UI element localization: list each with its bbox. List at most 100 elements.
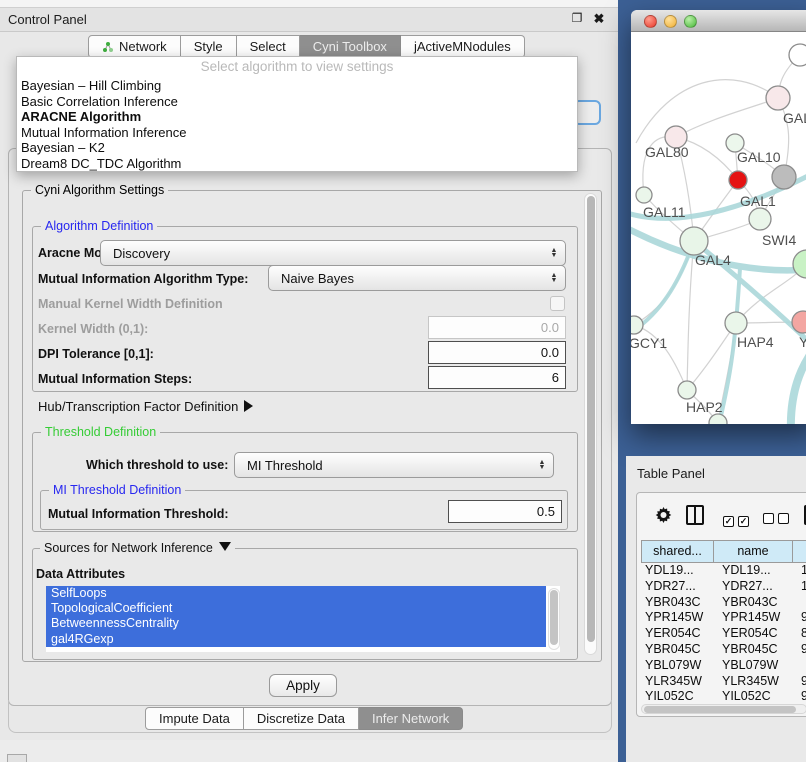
select-all-columns-icon[interactable]: ✓✓	[723, 511, 753, 529]
attribute-item[interactable]: TopologicalCoefficient	[46, 601, 546, 616]
network-node-label: HAP2	[686, 399, 723, 415]
kernel-width-label: Kernel Width (0,1):	[38, 322, 148, 336]
mi-threshold-input[interactable]: 0.5	[448, 500, 562, 523]
network-canvas[interactable]: GAL7GAL80GAL10GAL1GAL11GAL4SWI4GCY1HAP4Y…	[631, 33, 806, 424]
table-row[interactable]: YIL052CYIL052C9.	[641, 689, 806, 705]
tab-style[interactable]: Style	[181, 35, 237, 58]
split-columns-icon[interactable]	[686, 505, 704, 525]
table-cell: YDR27...	[641, 579, 714, 595]
network-node-label: GAL11	[643, 204, 686, 220]
table-cell: YPR145W	[714, 610, 793, 626]
table-cell: YDL19...	[714, 563, 793, 579]
network-node-GAL11[interactable]	[636, 187, 652, 203]
attribute-item[interactable]: BetweennessCentrality	[46, 616, 546, 631]
table-cell: 9.	[793, 674, 806, 690]
bottom-tab-impute-data[interactable]: Impute Data	[145, 707, 244, 730]
network-node-HAP4[interactable]	[725, 312, 747, 334]
manual-kernel-checkbox[interactable]	[550, 296, 565, 311]
gear-icon[interactable]	[655, 507, 672, 529]
table-cell: 9.	[793, 689, 806, 705]
attributes-scrollbar[interactable]	[548, 588, 560, 650]
hub-definition-toggle[interactable]: Hub/Transcription Factor Definition	[38, 399, 253, 414]
table-row[interactable]: YBR045CYBR045C9.	[641, 642, 806, 658]
dpi-tolerance-input[interactable]: 0.0	[428, 341, 566, 364]
which-threshold-select[interactable]: MI Threshold ▲▼	[234, 452, 554, 478]
algorithm-option[interactable]: Mutual Information Inference	[17, 125, 577, 141]
float-window-button[interactable]: ❐	[568, 11, 586, 29]
tab-select[interactable]: Select	[237, 35, 300, 58]
table-cell: 13	[793, 563, 806, 579]
network-node-SWI4[interactable]	[793, 250, 806, 278]
aracne-mode-select[interactable]: Discovery ▲▼	[100, 240, 566, 266]
algorithm-dropdown[interactable]: Select algorithm to view settings Bayesi…	[16, 56, 578, 172]
sources-toggle[interactable]: Sources for Network Inference	[40, 541, 235, 555]
network-node-GCY1[interactable]	[631, 316, 643, 334]
close-window-button[interactable]: ✖	[590, 11, 608, 29]
zoom-traffic-light[interactable]	[684, 15, 697, 28]
network-node-gray-node[interactable]	[772, 165, 796, 189]
network-window-titlebar[interactable]	[631, 10, 806, 32]
network-node-GAL4[interactable]	[680, 227, 708, 255]
control-panel-title: Control Panel	[8, 12, 87, 27]
chevron-down-icon	[219, 542, 231, 551]
table-cell	[793, 595, 806, 611]
data-attributes-list: SelfLoopsTopologicalCoefficientBetweenne…	[46, 586, 560, 652]
tab-network[interactable]: Network	[88, 35, 181, 58]
apply-button[interactable]: Apply	[269, 674, 337, 697]
algorithm-option[interactable]: Bayesian – K2	[17, 140, 577, 156]
attributes-scrollbar-thumb[interactable]	[550, 590, 558, 645]
algorithm-dropdown-hint: Select algorithm to view settings	[17, 59, 577, 74]
minimize-traffic-light[interactable]	[664, 15, 677, 28]
settings-scrollbar-thumb[interactable]	[587, 196, 595, 642]
bottom-tab-infer-network[interactable]: Infer Network	[359, 707, 463, 730]
table-hscrollbar-thumb[interactable]	[644, 706, 796, 713]
control-panel-titlebar: Control Panel ❐ ✖	[0, 8, 620, 32]
bottom-tab-bar: Impute Data Discretize Data Infer Network	[145, 707, 463, 730]
mi-steps-input[interactable]: 6	[428, 366, 566, 389]
which-threshold-label: Which threshold to use:	[86, 458, 228, 472]
network-node-label: GAL80	[645, 144, 689, 160]
bottom-tab-discretize-data[interactable]: Discretize Data	[244, 707, 359, 730]
table-column-header[interactable]: A	[793, 540, 806, 563]
kernel-width-input[interactable]: 0.0	[428, 316, 566, 339]
table-row[interactable]: YBR043CYBR043C	[641, 595, 806, 611]
table-row[interactable]: YDR27...YDR27...12	[641, 579, 806, 595]
settings-scrollbar[interactable]	[584, 193, 597, 655]
table-cell: YLR345W	[714, 674, 793, 690]
table-cell: YDL19...	[641, 563, 714, 579]
deselect-all-columns-icon[interactable]	[763, 511, 793, 529]
close-traffic-light[interactable]	[644, 15, 657, 28]
network-node-HAP2[interactable]	[678, 381, 696, 399]
attribute-item[interactable]: gal4RGexp	[46, 632, 546, 647]
collapsed-panel-button[interactable]	[7, 754, 27, 762]
network-node-label: SWI4	[762, 232, 796, 248]
which-threshold-value: MI Threshold	[235, 458, 531, 473]
table-row[interactable]: YLR345WYLR345W9.	[641, 674, 806, 690]
table-cell: 12	[793, 579, 806, 595]
table-row[interactable]: YDL19...YDL19...13	[641, 563, 806, 579]
attribute-item[interactable]: SelfLoops	[46, 586, 546, 601]
algorithm-option[interactable]: Bayesian – Hill Climbing	[17, 78, 577, 94]
tab-label: jActiveMNodules	[414, 39, 511, 54]
table-cell: YBL079W	[714, 658, 793, 674]
bottom-tab-label: Discretize Data	[257, 711, 345, 726]
network-node-GAL1[interactable]	[749, 208, 771, 230]
table-row[interactable]: YBL079WYBL079W	[641, 658, 806, 674]
tab-jactivemnodules[interactable]: jActiveMNodules	[401, 35, 525, 58]
network-node-node-top[interactable]	[789, 44, 806, 66]
mi-type-select[interactable]: Naive Bayes ▲▼	[268, 265, 566, 291]
table-column-header[interactable]: name	[714, 540, 793, 563]
network-node-red-node[interactable]	[729, 171, 747, 189]
algorithm-option[interactable]: ARACNE Algorithm	[17, 109, 577, 125]
table-hscrollbar[interactable]	[641, 704, 806, 714]
network-node-label: GAL4	[695, 252, 731, 268]
bottom-tab-label: Infer Network	[372, 711, 449, 726]
algorithm-option[interactable]: Dream8 DC_TDC Algorithm	[17, 156, 577, 172]
network-node-GAL7[interactable]	[766, 86, 790, 110]
algorithm-option[interactable]: Basic Correlation Inference	[17, 94, 577, 110]
table-row[interactable]: YPR145WYPR145W9.	[641, 610, 806, 626]
table-column-header[interactable]: shared...	[641, 540, 714, 563]
tab-cyni-toolbox[interactable]: Cyni Toolbox	[300, 35, 401, 58]
table-row[interactable]: YER054CYER054C8.	[641, 626, 806, 642]
table-cell: 9.	[793, 642, 806, 658]
